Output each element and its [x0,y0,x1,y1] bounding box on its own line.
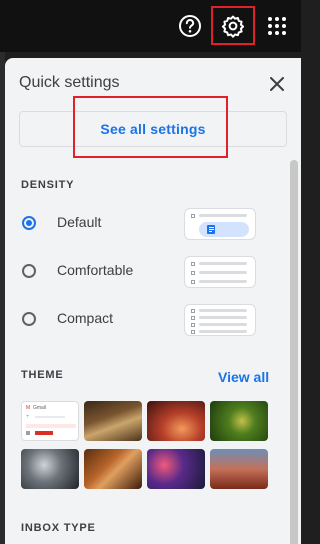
density-label-default: Default [57,214,102,230]
density-preview-default [184,208,256,240]
density-preview-comfortable [184,256,256,288]
density-heading: DENSITY [21,179,75,191]
panel-scrollbar[interactable] [290,160,298,544]
apps-grid-icon[interactable] [266,15,288,37]
close-icon[interactable] [267,74,287,94]
theme-tile-bubbles[interactable] [21,449,79,489]
theme-tile-default[interactable]: M Gmail + [21,401,79,441]
radio-default[interactable] [22,216,36,230]
gmail-logo-icon: M [26,405,31,411]
view-all-themes-link[interactable]: View all [218,369,269,385]
top-bar [0,0,301,52]
radio-comfortable[interactable] [22,264,36,278]
gear-highlight-box [211,6,255,45]
density-label-comfortable: Comfortable [57,262,134,278]
theme-tile-desert[interactable] [210,449,268,489]
theme-preview-brand: Gmail [33,405,47,411]
density-label-compact: Compact [57,310,114,326]
theme-tile-leaf[interactable] [210,401,268,441]
see-all-settings-button[interactable]: See all settings [19,111,287,147]
theme-tile-autumn[interactable] [84,449,142,489]
quick-settings-panel: Quick settings See all settings DENSITY … [5,58,301,544]
density-preview-compact [184,304,256,336]
theme-heading: THEME [21,369,64,381]
panel-title: Quick settings [19,74,120,91]
inbox-type-heading: INBOX TYPE [21,522,96,534]
theme-tile-bokeh[interactable] [147,449,205,489]
radio-compact[interactable] [22,312,36,326]
theme-tile-canyon[interactable] [147,401,205,441]
help-icon[interactable] [177,13,203,39]
theme-tile-chess[interactable] [84,401,142,441]
